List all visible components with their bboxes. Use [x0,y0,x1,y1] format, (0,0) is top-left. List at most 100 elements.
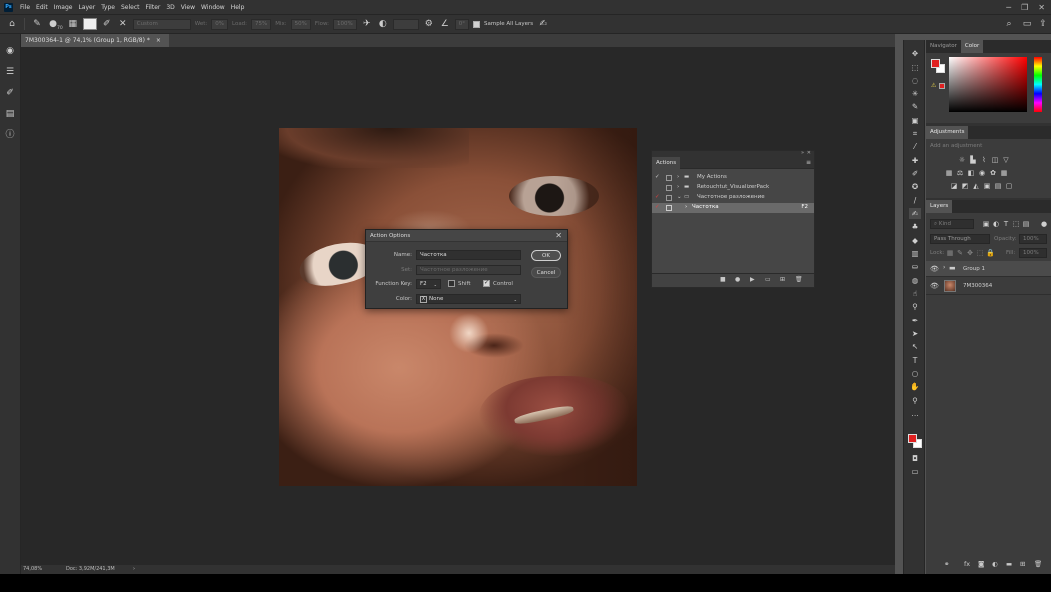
new-action-icon[interactable]: ⊞ [780,276,785,283]
layer-filter-select[interactable]: ⌕ Kind [930,219,974,229]
panel-menu-icon[interactable]: ≡ [806,159,811,166]
filter-smart-object-icon[interactable]: ▤ [1022,220,1030,228]
dialog-toggle-icon[interactable] [666,175,672,181]
foreground-color-swatch[interactable] [908,434,917,443]
brush-tool-icon[interactable]: / [909,195,921,206]
mixer-brush-icon[interactable]: ✎ [31,19,43,29]
action-set-row[interactable]: ✓ ⌄ ▭ Частотное разложение [652,193,814,203]
lock-position-icon[interactable]: ✥ [966,249,974,257]
menu-view[interactable]: View [178,4,198,11]
crop-tool-icon[interactable]: ⌗ [909,128,921,139]
menu-window[interactable]: Window [198,4,228,11]
new-layer-icon[interactable]: ⊞ [1020,560,1025,568]
name-input[interactable]: Частотка [416,250,521,260]
color-balance-icon[interactable]: ⚖ [956,169,964,177]
flow-value[interactable]: 100% [333,18,357,30]
ellipse-tool-icon[interactable]: ○ [909,368,921,379]
blur-tool-icon[interactable]: ◍ [909,275,921,286]
hue-saturation-icon[interactable]: ▦ [945,169,953,177]
quick-select-tool-icon[interactable]: ✎ [909,101,921,112]
dialog-toggle-icon[interactable] [666,185,672,191]
collapse-icon[interactable]: » [801,150,804,156]
load-swatch[interactable] [82,18,97,30]
hand-tool-icon[interactable]: ✋ [909,381,921,392]
wet-value[interactable]: 0% [211,18,228,30]
tab-actions[interactable]: Actions [652,157,681,169]
dialog-toggle-icon[interactable] [666,195,672,201]
play-icon[interactable]: ▶ [750,276,755,283]
shift-checkbox[interactable] [448,280,455,287]
load-value[interactable]: 75% [251,18,272,30]
new-set-icon[interactable]: ▭ [765,276,771,283]
lock-artboard-icon[interactable]: ⬚ [976,249,984,257]
marquee-tool-icon[interactable]: ⬚ [909,62,921,73]
object-select-tool-icon[interactable]: ▣ [909,115,921,126]
home-icon[interactable]: ⌂ [6,19,18,29]
layer-mask-icon[interactable]: ◙ [978,560,984,568]
lock-all-icon[interactable]: 🔒 [986,249,995,257]
eyedropper-tool-icon[interactable]: ⁄ [909,141,921,152]
menu-file[interactable]: File [17,4,33,11]
screen-mode-icon[interactable]: ▭ [909,466,921,477]
levels-icon[interactable]: ▙ [969,156,977,164]
direct-select-tool-icon[interactable]: ↖ [909,341,921,352]
filter-toggle-icon[interactable]: ● [1040,220,1048,228]
link-layers-icon[interactable]: ⚭ [944,560,949,568]
color-select[interactable]: X None ⌄ [416,294,521,304]
gamut-warning-icon[interactable]: ⚠ [931,82,936,89]
more-tools-icon[interactable]: ⋯ [909,410,921,421]
vibrance-icon[interactable]: ▽ [1002,156,1010,164]
angle-icon[interactable]: ∠ [439,19,451,29]
expand-arrow-icon[interactable]: ⌄ [677,194,682,200]
properties-icon[interactable]: ☰ [4,66,16,78]
filter-type-icon[interactable]: T [1002,220,1010,228]
gradient-map-icon[interactable]: ▤ [994,182,1002,190]
smoothing-icon[interactable]: ◐ [377,19,389,29]
toggle-check-icon[interactable]: ✓ [655,204,660,210]
expand-arrow-icon[interactable]: › [677,184,679,190]
status-menu-arrow-icon[interactable]: › [133,566,135,572]
brightness-icon[interactable]: ☼ [958,156,966,164]
lock-transparent-icon[interactable]: ▦ [946,249,954,257]
function-key-select[interactable]: F2 ⌄ [416,279,441,289]
workspace-icon[interactable]: ▭ [1021,19,1033,29]
invert-icon[interactable]: ◪ [950,182,958,190]
fill-input[interactable]: 100% [1019,248,1047,258]
stop-icon[interactable]: ■ [720,276,726,283]
control-checkbox[interactable] [483,279,490,287]
mix-value[interactable]: 50% [290,18,311,30]
menu-3d[interactable]: 3D [163,4,177,11]
info-icon[interactable]: ⓘ [4,129,16,141]
lasso-tool-icon[interactable]: ◌ [909,75,921,86]
smudge-tool-icon[interactable]: ☝ [909,288,921,299]
content-aware-tool-icon[interactable]: ✪ [909,181,921,192]
document-tab[interactable]: 7M300364-1 @ 74,1% (Group 1, RGB/8) * × [21,34,169,47]
exposure-icon[interactable]: ◫ [991,156,999,164]
brush-settings-panel-icon[interactable]: ✐ [4,87,16,99]
brush-settings-icon[interactable]: ▦ [67,19,79,29]
path-select-tool-icon[interactable]: ➤ [909,328,921,339]
minimize-button[interactable]: ─ [1006,3,1011,12]
tab-layers[interactable]: Layers [926,200,953,213]
close-document-icon[interactable]: × [156,37,161,44]
menu-layer[interactable]: Layer [75,4,98,11]
eraser-tool-icon[interactable]: ◆ [909,235,921,246]
foreground-color-swatch[interactable] [931,59,940,68]
mixer-brush-tool-icon[interactable]: ✍ [909,208,921,219]
blend-mode-select[interactable]: Pass Through [930,234,990,244]
sample-all-layers-checkbox[interactable] [473,20,480,28]
restore-button[interactable]: ❐ [1021,3,1028,12]
filter-pixel-icon[interactable]: ▣ [982,220,990,228]
magic-wand-tool-icon[interactable]: ✳ [909,88,921,99]
load-brush-icon[interactable]: ✐ [101,19,113,29]
ok-button[interactable]: OK [531,250,561,261]
zoom-tool-icon[interactable]: ⚲ [909,395,921,406]
gradient-fill-icon[interactable]: ▢ [1005,182,1013,190]
visibility-eye-icon[interactable]: 👁 [930,282,939,290]
menu-edit[interactable]: Edit [33,4,51,11]
healing-brush-tool-icon[interactable]: ✚ [909,155,921,166]
type-tool-icon[interactable]: T [909,355,921,366]
adjustment-layer-icon[interactable]: ◐ [992,560,998,568]
toggle-check-icon[interactable]: ✓ [655,194,660,200]
tab-adjustments[interactable]: Adjustments [926,126,969,139]
